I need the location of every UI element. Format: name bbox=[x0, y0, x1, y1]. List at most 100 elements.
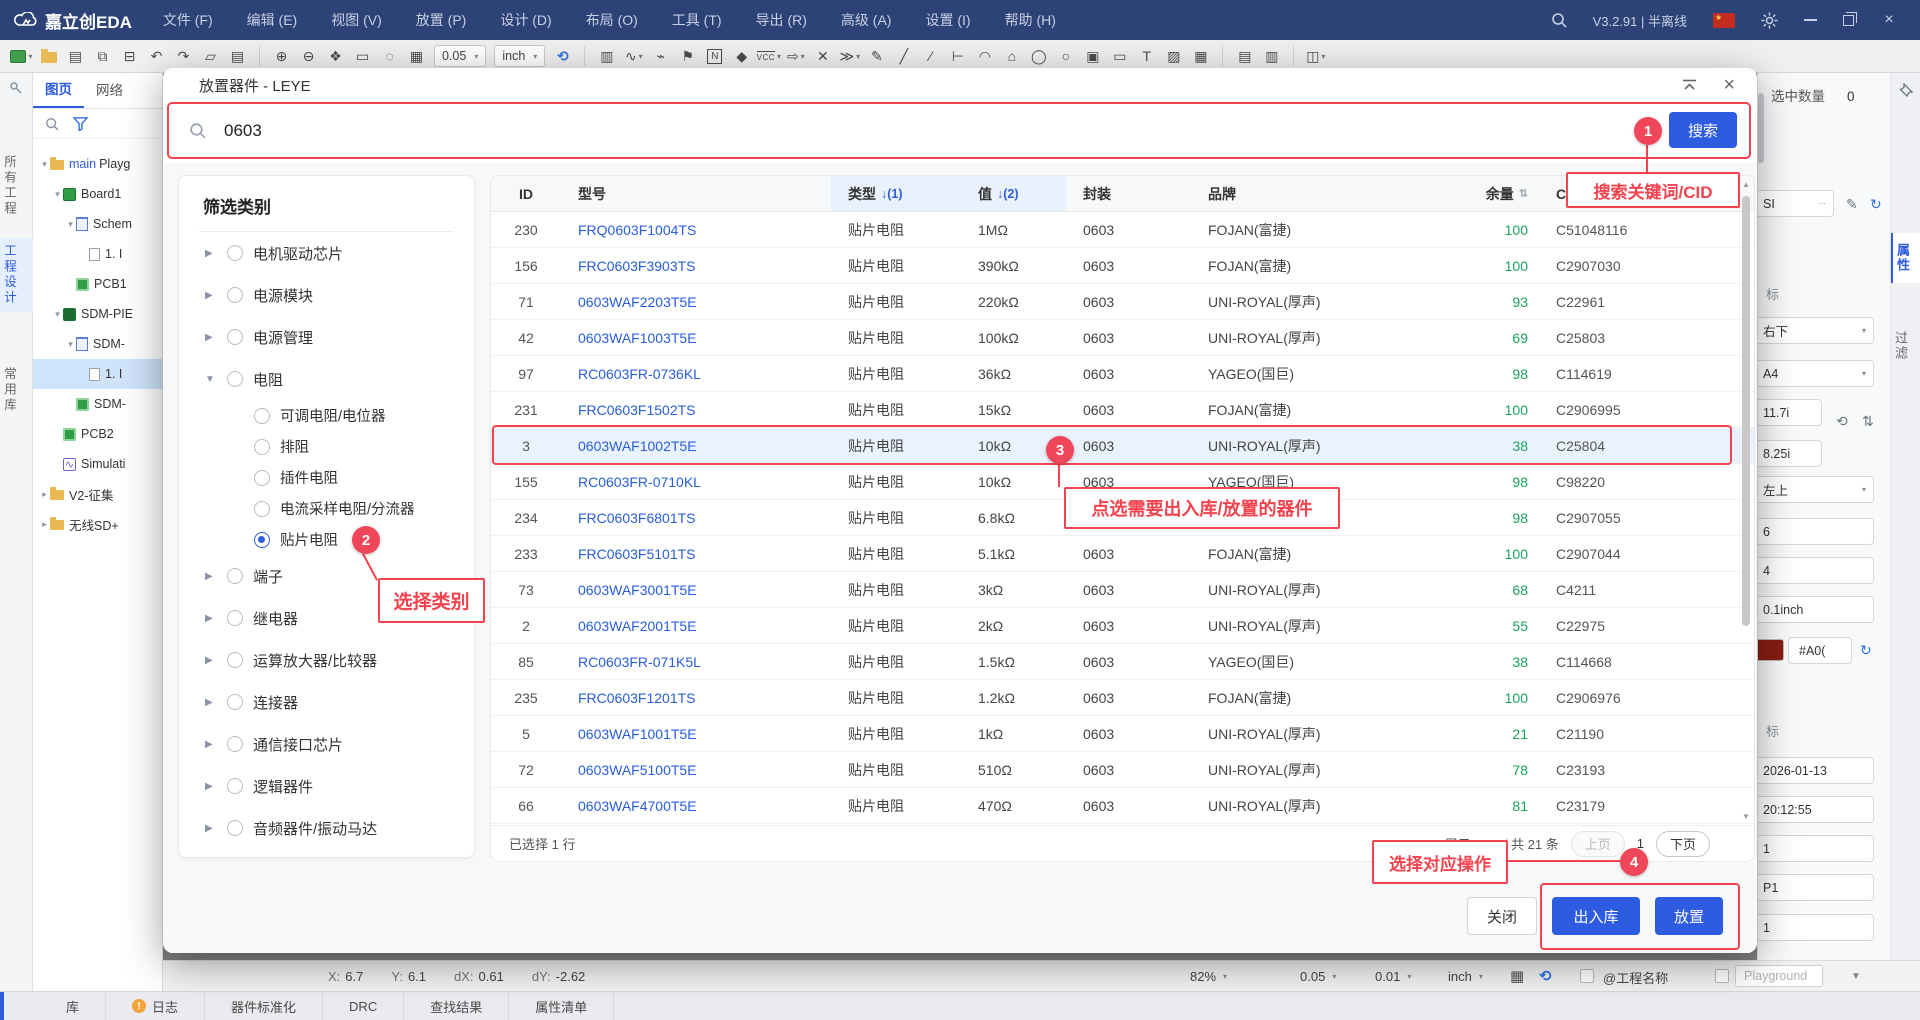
table-row[interactable]: 234FRC0603F6801TS贴片电阻6.8kΩ0603FOJAN(富捷)9… bbox=[491, 500, 1754, 536]
place-pin-icon[interactable]: ⊢ bbox=[945, 44, 970, 68]
category-12[interactable]: ▶连接器 bbox=[179, 681, 474, 723]
pages-tab-0[interactable]: 图页 bbox=[33, 73, 84, 108]
column-header-0[interactable]: ID bbox=[491, 176, 561, 211]
scroll-up-icon[interactable]: ▲ bbox=[1741, 180, 1751, 189]
scroll-thumb[interactable] bbox=[1742, 196, 1750, 626]
place-noconnect-icon[interactable]: ✕ bbox=[810, 44, 835, 68]
category-0[interactable]: ▶电机驱动芯片 bbox=[179, 232, 474, 274]
tree-item-12[interactable]: ▸无线SD+ bbox=[33, 509, 162, 539]
place-netlabel-icon[interactable]: N bbox=[702, 44, 727, 68]
tree-item-0[interactable]: ▾mainPlayg bbox=[33, 149, 162, 179]
copy-file-icon[interactable]: ⧉ bbox=[90, 44, 115, 68]
paper-size-select[interactable]: A4▾ bbox=[1757, 360, 1874, 387]
table-row[interactable]: 97RC0603FR-0736KL贴片电阻36kΩ0603YAGEO(国巨)98… bbox=[491, 356, 1754, 392]
anchor-select[interactable]: 右下▾ bbox=[1757, 317, 1874, 344]
page-number-field[interactable]: 1 bbox=[1757, 835, 1874, 862]
board-select-icon[interactable]: ▾ bbox=[9, 44, 34, 68]
rail-item-2[interactable]: 常用库 bbox=[0, 367, 33, 414]
place-bus-icon[interactable]: ≫▾ bbox=[837, 44, 862, 68]
column-header-2[interactable]: 类型↓(1) bbox=[831, 176, 961, 211]
menu-item-3[interactable]: 放置 (P) bbox=[399, 0, 484, 40]
properties-scrollbar[interactable] bbox=[1758, 93, 1764, 163]
table-row[interactable]: 156FRC0603F3903TS贴片电阻390kΩ0603FOJAN(富捷)1… bbox=[491, 248, 1754, 284]
table-row[interactable]: 233FRC0603F5101TS贴片电阻5.1kΩ0603FOJAN(富捷)1… bbox=[491, 536, 1754, 572]
fit-view-icon[interactable]: ❖ bbox=[323, 44, 348, 68]
save-file-icon[interactable]: ⊟ bbox=[117, 44, 142, 68]
panel-layout-icon[interactable]: ◫▾ bbox=[1303, 44, 1328, 68]
column-header-4[interactable]: 封装 bbox=[1066, 176, 1191, 211]
place-port-icon[interactable]: ⇨▾ bbox=[783, 44, 808, 68]
category-2[interactable]: ▶电源管理 bbox=[179, 316, 474, 358]
language-flag-icon[interactable]: ★ bbox=[1713, 13, 1735, 28]
project-tag-checkbox[interactable] bbox=[1580, 969, 1594, 983]
color-field[interactable]: #A0( bbox=[1788, 637, 1852, 664]
project-name-input[interactable] bbox=[1735, 965, 1823, 987]
menu-item-0[interactable]: 文件 (F) bbox=[146, 0, 230, 40]
undo-icon[interactable]: ↶ bbox=[144, 44, 169, 68]
tree-item-8[interactable]: SDM- bbox=[33, 389, 162, 419]
tree-item-3[interactable]: 1. I bbox=[33, 239, 162, 269]
menu-item-7[interactable]: 导出 (R) bbox=[739, 0, 824, 40]
place-table-icon[interactable]: ▦ bbox=[1188, 44, 1213, 68]
page-name-field[interactable]: P1 bbox=[1757, 874, 1874, 901]
menu-item-2[interactable]: 视图 (V) bbox=[314, 0, 399, 40]
place-image-icon[interactable]: ▨ bbox=[1161, 44, 1186, 68]
place-rect-icon[interactable]: ▭ bbox=[1107, 44, 1132, 68]
column-header-1[interactable]: 型号 bbox=[561, 176, 831, 211]
unit-select[interactable]: inch▾ bbox=[494, 45, 545, 67]
place-button[interactable]: 放置 bbox=[1655, 897, 1723, 935]
place-frame-icon[interactable]: ▣ bbox=[1080, 44, 1105, 68]
bottom-tab-1[interactable]: !日志 bbox=[106, 992, 205, 1020]
bottom-tab-0[interactable]: 库 bbox=[40, 992, 106, 1020]
open-folder-icon[interactable] bbox=[36, 44, 61, 68]
place-text-icon[interactable]: T bbox=[1134, 44, 1159, 68]
panel-collapse-arrow-icon[interactable]: ▼ bbox=[1851, 971, 1861, 982]
tree-item-7[interactable]: 1. I bbox=[33, 359, 162, 389]
table-row[interactable]: 720603WAF5100T5E贴片电阻510Ω0603UNI-ROYAL(厚声… bbox=[491, 752, 1754, 788]
table-scrollbar[interactable]: ▲ ▼ bbox=[1741, 180, 1751, 821]
category-7[interactable]: 电流采样电阻/分流器 bbox=[179, 493, 474, 524]
table-row[interactable]: 85RC0603FR-071K5L贴片电阻1.5kΩ0603YAGEO(国巨)3… bbox=[491, 644, 1754, 680]
select-box-icon[interactable]: ▭ bbox=[350, 44, 375, 68]
column-header-5[interactable]: 品牌 bbox=[1191, 176, 1431, 211]
table-row[interactable]: 50603WAF1001T5E贴片电阻1kΩ0603UNI-ROYAL(厚声)2… bbox=[491, 716, 1754, 752]
category-4[interactable]: 可调电阻/电位器 bbox=[179, 400, 474, 431]
column-header-6[interactable]: 余量⇅ bbox=[1431, 176, 1538, 211]
zoom-out-icon[interactable]: ⊖ bbox=[296, 44, 321, 68]
origin-select[interactable]: 左上▾ bbox=[1757, 476, 1874, 503]
sheet-symbol-icon[interactable]: ▤ bbox=[1232, 44, 1257, 68]
stock-inout-button[interactable]: 出入库 bbox=[1552, 897, 1640, 935]
category-3[interactable]: ▼电阻 bbox=[179, 358, 474, 400]
close-button[interactable]: 关闭 bbox=[1467, 897, 1537, 935]
project-name-checkbox[interactable] bbox=[1715, 969, 1729, 983]
place-resistor-icon[interactable]: ∿▾ bbox=[621, 44, 646, 68]
pages-tab-1[interactable]: 网络 bbox=[84, 74, 135, 107]
global-search-icon[interactable] bbox=[1551, 12, 1567, 28]
chip-symbol-icon[interactable]: ▥ bbox=[1259, 44, 1284, 68]
bottom-tab-5[interactable]: 属性清单 bbox=[509, 992, 614, 1020]
search-button[interactable]: 搜索 bbox=[1669, 112, 1737, 148]
duplicate-icon[interactable]: ▱ bbox=[198, 44, 223, 68]
place-arc-icon[interactable]: ◠ bbox=[972, 44, 997, 68]
scroll-down-icon[interactable]: ▼ bbox=[1741, 812, 1751, 821]
dialog-close-icon[interactable]: × bbox=[1723, 78, 1735, 92]
bottom-tab-3[interactable]: DRC bbox=[323, 992, 404, 1020]
table-row[interactable]: 155RC0603FR-0710KL贴片电阻10kΩ0603YAGEO(国巨)9… bbox=[491, 464, 1754, 500]
window-close-button[interactable]: × bbox=[1880, 11, 1898, 29]
place-line-icon[interactable]: ╱ bbox=[891, 44, 916, 68]
place-probe-icon[interactable]: ⌁ bbox=[648, 44, 673, 68]
category-8[interactable]: 贴片电阻 bbox=[179, 524, 474, 555]
category-11[interactable]: ▶运算放大器/比较器 bbox=[179, 639, 474, 681]
tree-item-9[interactable]: PCB2 bbox=[33, 419, 162, 449]
paste-icon[interactable]: ▤ bbox=[225, 44, 250, 68]
settings-gear-icon[interactable] bbox=[1761, 12, 1778, 29]
date-field[interactable]: 2026-01-13 bbox=[1757, 757, 1874, 784]
next-page-button[interactable]: 下页 bbox=[1656, 831, 1710, 857]
table-row[interactable]: 710603WAF2203T5E贴片电阻220kΩ0603UNI-ROYAL(厚… bbox=[491, 284, 1754, 320]
panel-pin-icon[interactable] bbox=[1899, 83, 1913, 97]
place-polyline-icon[interactable]: ∕ bbox=[918, 44, 943, 68]
bottom-tab-4[interactable]: 查找结果 bbox=[404, 992, 509, 1020]
page-total-field[interactable]: 1 bbox=[1757, 914, 1874, 941]
grid-y-field[interactable]: 4 bbox=[1757, 557, 1874, 584]
table-row[interactable]: 30603WAF1002T5E贴片电阻10kΩ0603UNI-ROYAL(厚声)… bbox=[491, 428, 1754, 464]
